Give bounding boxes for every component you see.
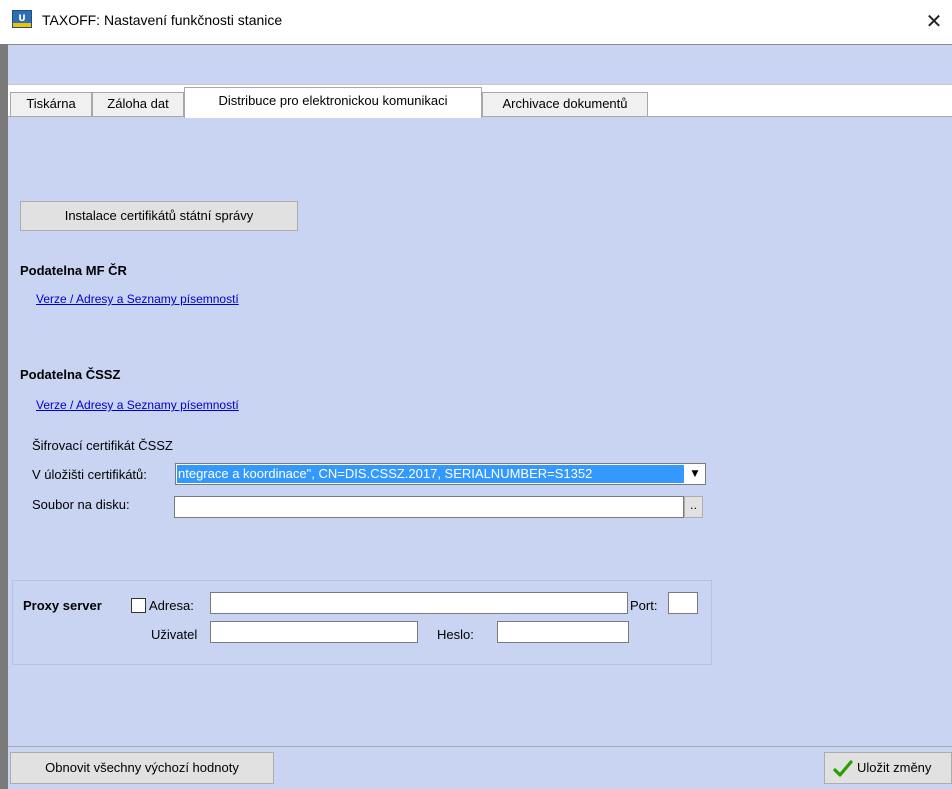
footer-bar: Obnovit všechny výchozí hodnoty Uložit z…	[8, 746, 952, 789]
file-label: Soubor na disku:	[32, 497, 130, 512]
proxy-user-input[interactable]	[210, 621, 418, 643]
window-title: TAXOFF: Nastavení funkčnosti stanice	[42, 12, 283, 28]
chevron-down-icon[interactable]: ▼	[686, 465, 704, 483]
cert-store-value: ntegrace a koordinace", CN=DIS.CSSZ.2017…	[177, 465, 684, 483]
tab-distribuce[interactable]: Distribuce pro elektronickou komunikaci	[184, 87, 482, 118]
proxy-port-input[interactable]	[668, 592, 698, 614]
check-icon	[833, 759, 853, 777]
mf-heading: Podatelna MF ČR	[20, 263, 127, 278]
settings-panel: Instalace certifikátů státní správy Poda…	[8, 116, 952, 746]
proxy-address-label: Adresa:	[149, 598, 194, 613]
proxy-user-label: Uživatel	[151, 627, 198, 642]
reset-defaults-button[interactable]: Obnovit všechny výchozí hodnoty	[10, 752, 274, 784]
mf-versions-link[interactable]: Verze / Adresy a Seznamy písemností	[36, 292, 239, 306]
title-bar: U TAXOFF: Nastavení funkčnosti stanice ✕	[0, 0, 952, 44]
proxy-group: Proxy server Adresa: Port: Uživatel Hesl…	[12, 580, 712, 665]
install-certificates-button[interactable]: Instalace certifikátů státní správy	[20, 201, 298, 231]
tab-archivace[interactable]: Archivace dokumentů	[482, 92, 648, 117]
proxy-address-input[interactable]	[210, 592, 628, 614]
cert-store-select[interactable]: ntegrace a koordinace", CN=DIS.CSSZ.2017…	[175, 463, 706, 485]
tab-strip: Tiskárna Záloha dat Distribuce pro elekt…	[8, 84, 952, 118]
cssz-versions-link[interactable]: Verze / Adresy a Seznamy písemností	[36, 398, 239, 412]
proxy-password-label: Heslo:	[437, 627, 474, 642]
proxy-enabled-checkbox[interactable]	[131, 598, 146, 613]
window-frame-left	[0, 44, 8, 789]
cssz-heading: Podatelna ČSSZ	[20, 367, 121, 382]
app-logo-icon: U	[12, 10, 32, 28]
close-button[interactable]: ✕	[916, 0, 952, 44]
proxy-port-label: Port:	[630, 598, 658, 613]
proxy-password-input[interactable]	[497, 621, 629, 643]
save-changes-button[interactable]: Uložit změny	[824, 752, 952, 784]
tab-zaloha-dat[interactable]: Záloha dat	[92, 92, 184, 117]
save-changes-label: Uložit změny	[857, 760, 932, 775]
tab-tiskarna[interactable]: Tiskárna	[10, 92, 92, 117]
browse-button[interactable]: ..	[684, 496, 703, 518]
header-band	[8, 44, 952, 84]
cert-file-input[interactable]	[174, 496, 684, 518]
proxy-title: Proxy server	[23, 598, 102, 613]
cssz-cert-label: Šifrovací certifikát ČSSZ	[32, 438, 173, 453]
cert-store-label: V úložišti certifikátů:	[32, 467, 147, 482]
